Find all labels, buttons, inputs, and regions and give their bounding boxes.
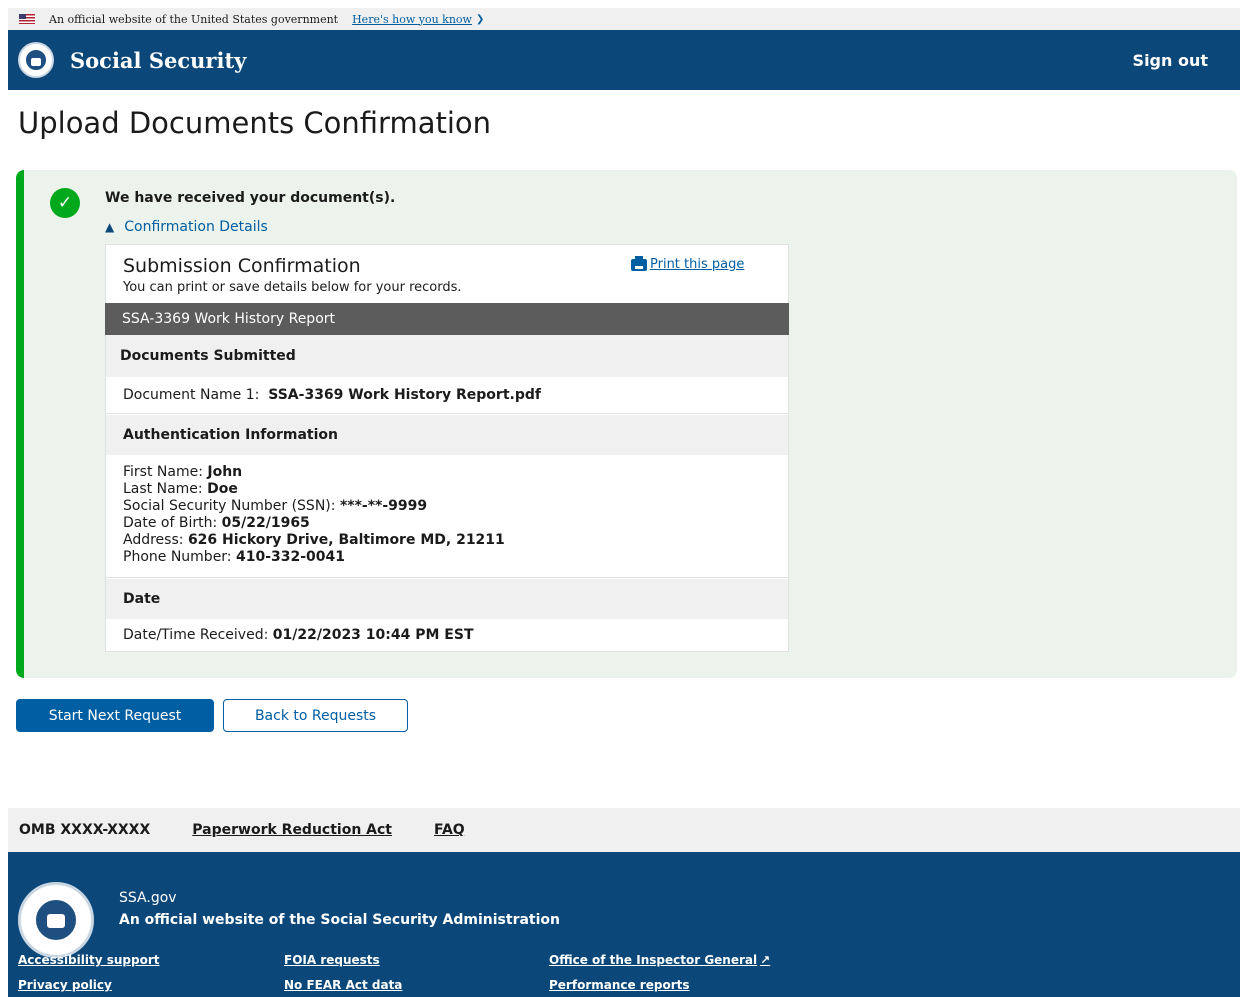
ssn-row: Social Security Number (SSN): ***-**-999… xyxy=(123,498,428,514)
confirmation-details-toggle[interactable]: ▲ Confirmation Details xyxy=(105,219,268,235)
first-name-row: First Name: John xyxy=(123,464,243,480)
print-page-link[interactable]: Print this page xyxy=(631,255,744,272)
documents-submitted-heading: Documents Submitted xyxy=(106,335,788,377)
ssa-seal-icon xyxy=(18,882,94,958)
document-name-row: Document Name 1: SSA-3369 Work History R… xyxy=(123,387,541,404)
accessibility-support-link[interactable]: Accessibility support xyxy=(18,953,159,967)
omb-number: OMB XXXX-XXXX xyxy=(19,822,151,838)
date-received-label: Date/Time Received: xyxy=(123,627,269,643)
authentication-info-heading: Authentication Information xyxy=(106,415,788,455)
date-received-value: 01/22/2023 10:44 PM EST xyxy=(272,627,474,643)
printer-icon[interactable] xyxy=(631,255,647,271)
footer-bar: OMB XXXX-XXXX Paperwork Reduction Act FA… xyxy=(8,808,1240,852)
page-title: Upload Documents Confirmation xyxy=(18,106,492,140)
address-row: Address: 626 Hickory Drive, Baltimore MD… xyxy=(123,532,505,548)
document-name-value: SSA-3369 Work History Report.pdf xyxy=(268,387,541,403)
print-page-label[interactable]: Print this page xyxy=(650,257,744,272)
foia-requests-link[interactable]: FOIA requests xyxy=(284,953,380,967)
no-fear-act-link[interactable]: No FEAR Act data xyxy=(284,978,402,992)
authentication-info-list: First Name: John Last Name: Doe Social S… xyxy=(123,464,505,566)
back-to-requests-button[interactable]: Back to Requests xyxy=(223,699,408,732)
divider xyxy=(106,413,788,414)
date-heading: Date xyxy=(106,579,788,619)
sign-out-link[interactable]: Sign out xyxy=(1133,51,1208,70)
submission-confirmation-card: Submission Confirmation You can print or… xyxy=(105,244,789,652)
faq-link[interactable]: FAQ xyxy=(434,822,465,838)
us-flag-icon xyxy=(19,14,35,24)
gov-banner: An official website of the United States… xyxy=(8,8,1240,30)
gov-banner-text: An official website of the United States… xyxy=(49,12,339,26)
start-next-request-button[interactable]: Start Next Request xyxy=(16,699,214,732)
paperwork-reduction-act-link[interactable]: Paperwork Reduction Act xyxy=(192,822,392,838)
footer-official-text: An official website of the Social Securi… xyxy=(119,912,560,928)
card-subtitle: You can print or save details below for … xyxy=(123,280,462,295)
document-name-label: Document Name 1: xyxy=(123,387,260,403)
dob-row: Date of Birth: 05/22/1965 xyxy=(123,515,310,531)
divider xyxy=(106,577,788,578)
check-circle-icon: ✓ xyxy=(50,188,80,218)
alert-heading: We have received your document(s). xyxy=(105,190,396,206)
confirmation-details-label[interactable]: Confirmation Details xyxy=(124,219,268,235)
card-title: Submission Confirmation xyxy=(123,255,361,277)
chevron-up-icon[interactable]: ▲ xyxy=(105,220,114,234)
privacy-policy-link[interactable]: Privacy policy xyxy=(18,978,112,992)
footer-site-name: SSA.gov xyxy=(119,890,177,906)
footer-main: SSA.gov An official website of the Socia… xyxy=(8,852,1240,997)
chevron-down-icon[interactable]: ❯ xyxy=(476,14,484,25)
site-title[interactable]: Social Security xyxy=(70,48,246,73)
form-name-band: SSA-3369 Work History Report xyxy=(105,303,789,335)
date-received-row: Date/Time Received: 01/22/2023 10:44 PM … xyxy=(123,627,474,644)
heres-how-you-know-link[interactable]: Here's how you know xyxy=(352,13,472,26)
external-link-icon: ↗ xyxy=(760,953,771,967)
success-alert: ✓ We have received your document(s). ▲ C… xyxy=(16,170,1237,678)
last-name-row: Last Name: Doe xyxy=(123,481,238,497)
phone-row: Phone Number: 410-332-0041 xyxy=(123,549,346,565)
alert-accent-bar xyxy=(16,170,24,678)
site-header: Social Security Sign out xyxy=(8,30,1240,90)
ssa-seal-icon[interactable] xyxy=(18,42,54,78)
inspector-general-link[interactable]: Office of the Inspector General ↗ xyxy=(549,953,770,967)
performance-reports-link[interactable]: Performance reports xyxy=(549,978,690,992)
